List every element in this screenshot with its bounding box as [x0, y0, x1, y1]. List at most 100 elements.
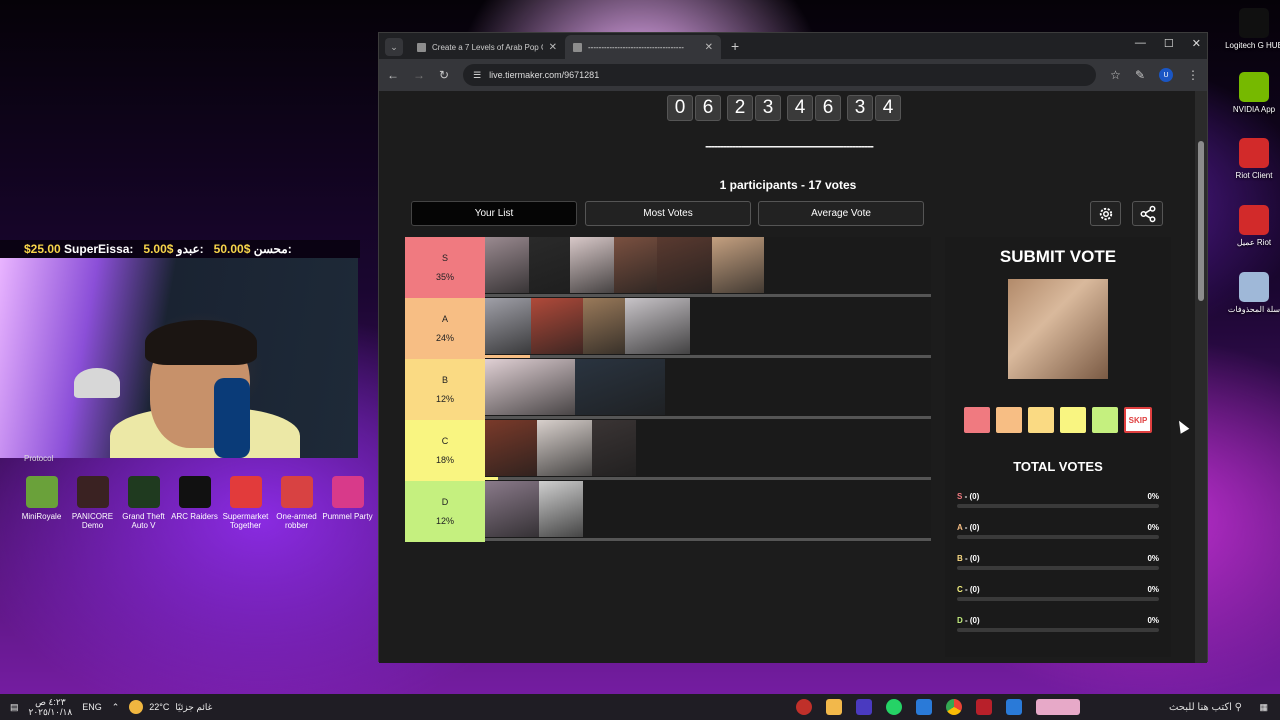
tier-item-image[interactable]	[485, 481, 539, 537]
most-votes-button[interactable]: Most Votes	[585, 201, 751, 226]
vote-row-label: D - (0)	[957, 616, 980, 625]
desktop-shortcut[interactable]: عميل Riot	[1224, 205, 1280, 248]
tab-tiermaker-create[interactable]: Create a 7 Levels of Arab Pop G ✕	[409, 35, 565, 59]
tier-item-image[interactable]	[575, 359, 665, 415]
app-icon[interactable]	[1006, 699, 1022, 715]
tier-item-image[interactable]	[485, 420, 537, 476]
vote-tier-b-button[interactable]	[1028, 407, 1054, 433]
tier-label[interactable]: B 12%	[405, 359, 485, 420]
desktop-shortcut[interactable]: MiniRoyale	[16, 476, 67, 530]
desktop-shortcut[interactable]: NVIDIA App	[1224, 72, 1280, 115]
desktop-shortcut[interactable]: Logitech G HUB	[1224, 8, 1280, 51]
clock-date: ٢٠٢٥/١٠/١٨	[28, 707, 73, 717]
your-list-button[interactable]: Your List	[411, 201, 577, 226]
tier-item-image[interactable]	[625, 298, 690, 354]
desktop-shortcut[interactable]: Supermarket Together	[220, 476, 271, 530]
tier-item-image[interactable]	[712, 237, 764, 293]
whatsapp-icon[interactable]	[886, 699, 902, 715]
tier-item-image[interactable]	[485, 359, 575, 415]
tier-percent: 12%	[435, 516, 454, 526]
vote-tier-c-button[interactable]	[1060, 407, 1086, 433]
app-icon[interactable]	[826, 699, 842, 715]
scrollbar-thumb[interactable]	[1198, 141, 1204, 301]
desktop-shortcut[interactable]: Riot Client	[1224, 138, 1280, 181]
tier-label[interactable]: D 12%	[405, 481, 485, 542]
desktop-shortcut[interactable]: One-armed robber	[271, 476, 322, 530]
tier-item-image[interactable]	[537, 420, 592, 476]
minimize-icon[interactable]: —	[1135, 37, 1146, 50]
new-tab-button[interactable]: +	[731, 38, 739, 54]
notifications-icon[interactable]: ▤	[10, 702, 19, 713]
profile-avatar[interactable]: U	[1159, 68, 1173, 82]
app-icon	[178, 476, 211, 508]
app-icon[interactable]	[916, 699, 932, 715]
clock[interactable]: ٤:٢٣ ص ٢٠٢٥/١٠/١٨	[29, 697, 73, 717]
vote-row: D - (0) 0%	[957, 610, 1159, 641]
page-scrollbar[interactable]	[1195, 91, 1207, 663]
forward-icon[interactable]: →	[413, 68, 425, 82]
vote-tier-a-button[interactable]	[996, 407, 1022, 433]
gear-icon	[1099, 207, 1112, 220]
reload-icon[interactable]: ↻	[439, 68, 449, 82]
tab-tiermaker-live[interactable]: ------------------------------------ ✕	[565, 35, 721, 59]
tier-item-image[interactable]	[485, 298, 531, 354]
desktop-shortcut[interactable]: Pummel Party	[322, 476, 373, 530]
tier-item-image[interactable]	[531, 298, 583, 354]
back-icon[interactable]: ←	[387, 68, 399, 82]
skip-button[interactable]: SKIP	[1124, 407, 1152, 433]
counter-digit: 2	[727, 95, 753, 121]
current-item-image[interactable]	[1008, 279, 1108, 379]
app-icon[interactable]	[1036, 699, 1080, 715]
close-tab-icon[interactable]: ✕	[705, 42, 713, 53]
weather-icon	[129, 700, 144, 714]
app-icon[interactable]	[796, 699, 812, 715]
tier-item-image[interactable]	[485, 237, 529, 293]
tier-row-a: A 24%	[405, 298, 931, 359]
weather-widget[interactable]: 22°C غائم جزئيًا	[129, 700, 212, 714]
maximize-icon[interactable]: ☐	[1164, 37, 1174, 50]
tier-label[interactable]: C 18%	[405, 420, 485, 481]
app-icon[interactable]	[856, 699, 872, 715]
desktop-shortcut[interactable]: Grand Theft Auto V	[118, 476, 169, 530]
tier-item-image[interactable]	[570, 237, 614, 293]
close-window-icon[interactable]: ✕	[1192, 37, 1201, 50]
tier-items	[485, 359, 665, 415]
extensions-icon[interactable]: ✎	[1135, 68, 1145, 82]
app-icon[interactable]	[976, 699, 992, 715]
average-vote-button[interactable]: Average Vote	[758, 201, 924, 226]
tab-search-button[interactable]: ⌄	[385, 38, 403, 56]
taskbar-search[interactable]: اكتب هنا للبحث ⚲	[1169, 702, 1242, 713]
tier-item-image[interactable]	[583, 298, 625, 354]
tier-items	[485, 298, 690, 354]
address-bar[interactable]: ☰ live.tiermaker.com/9671281	[463, 64, 1097, 86]
tier-progress-bar	[485, 416, 931, 419]
tier-progress-bar	[485, 477, 931, 480]
chevron-up-icon[interactable]: ⌃	[112, 702, 120, 713]
site-settings-icon[interactable]: ☰	[473, 70, 481, 81]
tier-item-image[interactable]	[592, 420, 636, 476]
tier-label[interactable]: A 24%	[405, 298, 485, 359]
tier-label[interactable]: S 35%	[405, 237, 485, 298]
app-icon	[280, 476, 313, 508]
language-indicator[interactable]: ENG	[82, 702, 102, 712]
tab-title: ------------------------------------	[588, 42, 684, 52]
windows-start-icon[interactable]: ▦	[1259, 702, 1268, 713]
tier-item-image[interactable]	[614, 237, 657, 293]
menu-kebab-icon[interactable]: ⋮	[1187, 68, 1199, 82]
tier-items	[485, 481, 583, 537]
bookmark-star-icon[interactable]: ☆	[1110, 68, 1121, 82]
tier-item-image[interactable]	[657, 237, 712, 293]
vote-tier-s-button[interactable]	[964, 407, 990, 433]
share-button[interactable]	[1132, 201, 1163, 226]
tier-item-image[interactable]	[529, 237, 570, 293]
desktop-shortcut[interactable]: سلة المحذوفات	[1224, 272, 1280, 315]
app-icon	[1239, 272, 1269, 302]
settings-button[interactable]	[1090, 201, 1121, 226]
chrome-icon[interactable]	[946, 699, 962, 715]
vote-tier-d-button[interactable]	[1092, 407, 1118, 433]
close-tab-icon[interactable]: ✕	[549, 42, 557, 53]
desktop-shortcut[interactable]: PANICORE Demo	[67, 476, 118, 530]
desktop-shortcut[interactable]: ARC Raiders	[169, 476, 220, 530]
tier-row-c: C 18%	[405, 420, 931, 481]
tier-item-image[interactable]	[539, 481, 583, 537]
